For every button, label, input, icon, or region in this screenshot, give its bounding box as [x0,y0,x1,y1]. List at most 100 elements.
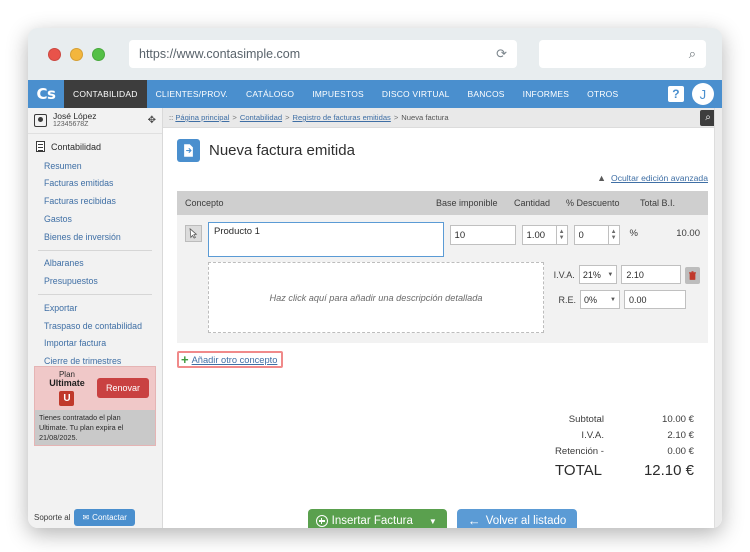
sidebar-user-row[interactable]: José López 12345678Z ✥ [28,108,162,134]
sidebar-item-presupuestos[interactable]: Presupuestos [28,273,162,291]
user-name: José López [53,112,142,121]
breadcrumb-item-pagina-principal[interactable]: Página principal [175,113,229,122]
sidebar-item-resumen[interactable]: Resumen [28,157,162,175]
nav-item-informes[interactable]: INFORMES [514,80,578,108]
sidebar-item-gastos[interactable]: Gastos [28,210,162,228]
top-navigation-bar: Cs CONTABILIDAD CLIENTES/PROV. CATÁLOGO … [28,80,722,108]
contact-support-label: Contactar [92,513,127,522]
grand-total-label: TOTAL [479,462,618,479]
column-header-base-imponible: Base imponible [436,198,514,208]
sidebar-section-label: Contabilidad [51,142,101,152]
avatar[interactable]: J [692,83,714,105]
browser-search-bar[interactable]: ⌕ [539,40,706,68]
re-amount-field[interactable]: 0.00 [624,290,686,309]
nav-item-clientes-prov[interactable]: CLIENTES/PROV. [147,80,237,108]
total-line-iva: I.V.A. 2.10 € [479,430,694,441]
plan-summary: Plan Ultimate U Renovar [35,367,155,410]
chevron-down-icon: ▼ [610,297,616,303]
minimize-window-button[interactable] [70,48,83,61]
cantidad-spinner-icon[interactable]: ▲▼ [556,225,568,245]
breadcrumb-item-registro-facturas-emitidas[interactable]: Registro de facturas emitidas [293,113,391,122]
descuento-input[interactable] [574,225,608,245]
subtotal-value: 10.00 € [630,414,694,425]
help-icon[interactable]: ? [668,86,684,102]
sidebar-item-facturas-recibidas[interactable]: Facturas recibidas [28,193,162,211]
back-to-list-button[interactable]: ← Volver al listado [457,509,578,528]
iva-rate-value: 21% [583,270,601,280]
insert-invoice-button[interactable]: Insertar Factura ▼ [308,509,447,528]
re-rate-value: 0% [584,295,597,305]
sidebar-item-bienes-de-inversion[interactable]: Bienes de inversión [28,228,162,246]
plus-icon: + [181,354,189,365]
column-header-descuento: % Descuento [566,198,640,208]
browser-window: https://www.contasimple.com ⟳ ⌕ Cs CONTA… [28,28,722,528]
description-placeholder-box[interactable]: Haz click aquí para añadir una descripci… [208,262,544,333]
breadcrumb-item-contabilidad[interactable]: Contabilidad [240,113,282,122]
reload-icon[interactable]: ⟳ [496,46,507,62]
sidebar-item-traspaso-de-contabilidad[interactable]: Traspaso de contabilidad [28,317,162,335]
main-content: :: Página principal > Contabilidad > Reg… [163,108,722,528]
total-line-retencion: Retención - 0.00 € [479,446,694,457]
iva-amount-field[interactable]: 2.10 [621,265,681,284]
iva-rate-select[interactable]: 21% ▼ [579,265,618,284]
nav-item-otros[interactable]: OTROS [578,80,627,108]
sidebar-item-exportar[interactable]: Exportar [28,299,162,317]
back-to-list-label: Volver al listado [486,515,567,527]
plan-note: Tienes contratado el plan Ultimate. Tu p… [35,410,155,446]
close-window-button[interactable] [48,48,61,61]
breadcrumb-prefix: :: [169,113,173,122]
browser-chrome: https://www.contasimple.com ⟳ ⌕ [28,28,722,80]
re-rate-select[interactable]: 0% ▼ [580,290,620,309]
renew-plan-button[interactable]: Renovar [97,378,149,398]
add-concept-label: Añadir otro concepto [192,355,278,365]
circle-plus-icon [316,515,328,527]
user-info: José López 12345678Z [53,112,142,128]
nav-item-contabilidad[interactable]: CONTABILIDAD [64,80,147,108]
nav-item-bancos[interactable]: BANCOS [459,80,514,108]
concepto-input[interactable] [208,222,444,257]
iva-row: I.V.A. 21% ▼ 2.10 [550,265,700,284]
screenshot-root: https://www.contasimple.com ⟳ ⌕ Cs CONTA… [0,0,750,552]
form-action-buttons: Insertar Factura ▼ ← Volver al listado [163,509,722,528]
nav-item-catalogo[interactable]: CATÁLOGO [237,80,303,108]
nav-item-impuestos[interactable]: IMPUESTOS [303,80,373,108]
page-scrollbar[interactable] [714,108,722,528]
grand-total-value: 12.10 € [618,462,694,479]
support-label: Soporte al [34,513,70,522]
iva-total-value: 2.10 € [630,430,694,441]
sidebar-item-importar-factura[interactable]: Importar factura [28,335,162,353]
plan-box: Plan Ultimate U Renovar Tienes contratad… [34,366,156,446]
address-bar[interactable]: https://www.contasimple.com ⟳ [129,40,517,68]
contact-support-button[interactable]: ✉ Contactar [74,509,134,526]
mail-icon: ✉ [82,513,89,522]
chevron-down-icon: ▼ [607,272,613,278]
retencion-label: Retención - [479,446,630,457]
maximize-window-button[interactable] [92,48,105,61]
nav-item-disco-virtual[interactable]: DISCO VIRTUAL [373,80,459,108]
chevron-up-icon[interactable]: ▲ [597,173,606,183]
cantidad-stepper[interactable]: ▲▼ [522,225,568,245]
collapse-sidebar-icon[interactable]: ✥ [148,115,156,126]
plan-badge: U [59,391,74,406]
insert-invoice-dropdown-icon[interactable]: ▼ [429,517,437,526]
invoice-form: ▲ Ocultar edición avanzada Concepto Base… [163,171,722,528]
base-imponible-input[interactable] [450,225,516,245]
cantidad-input[interactable] [522,225,556,245]
drag-cursor-icon[interactable] [185,225,202,242]
descuento-stepper[interactable]: ▲▼ [574,225,620,245]
total-bi-value: 10.00 [644,228,700,239]
insert-invoice-label: Insertar Factura [332,515,413,527]
toggle-advanced-edit-link[interactable]: Ocultar edición avanzada [611,173,708,183]
support-row: Soporte al ✉ Contactar [34,509,156,526]
add-concept-button[interactable]: + Añadir otro concepto [177,351,283,368]
breadcrumb: :: Página principal > Contabilidad > Reg… [163,108,722,128]
descuento-spinner-icon[interactable]: ▲▼ [608,225,620,245]
logo-contasimple[interactable]: Cs [28,80,64,108]
invoice-out-icon [177,139,200,162]
sidebar-item-albaranes[interactable]: Albaranes [28,255,162,273]
advanced-edit-toggle-row: ▲ Ocultar edición avanzada [177,171,708,191]
sidebar-divider-2 [38,294,152,295]
nav-spacer [627,80,668,108]
trash-icon[interactable] [685,267,700,284]
sidebar-item-facturas-emitidas[interactable]: Facturas emitidas [28,175,162,193]
